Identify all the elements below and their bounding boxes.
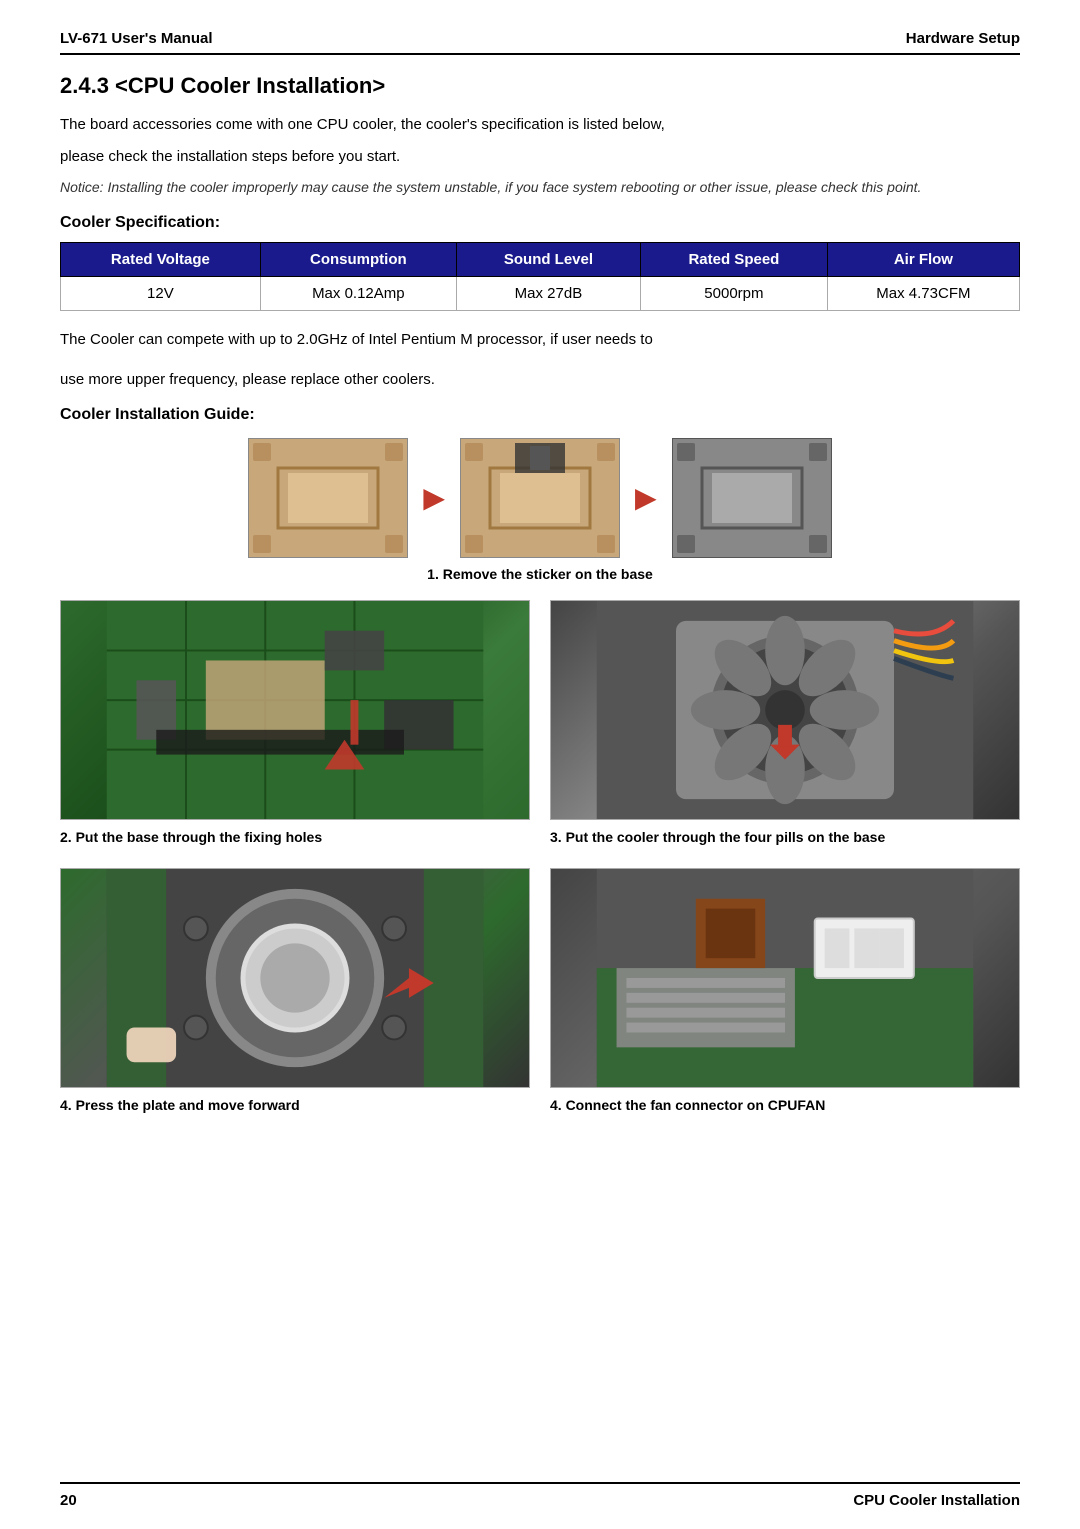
step5-photo (550, 868, 1020, 1088)
steps-grid-1: 2. Put the base through the fixing holes (60, 600, 1020, 848)
section-title: 2.4.3 <CPU Cooler Installation> (60, 73, 1020, 99)
step4-press-svg (61, 869, 529, 1087)
col-header-airflow: Air Flow (827, 243, 1019, 277)
steps-grid-2: 4. Press the plate and move forward (60, 868, 1020, 1116)
col-header-voltage: Rated Voltage (61, 243, 261, 277)
bracket-image-2 (460, 438, 620, 558)
step3-cooler-svg (551, 601, 1019, 819)
step2-pcb-svg (61, 601, 529, 819)
spec-table: Rated Voltage Consumption Sound Level Ra… (60, 242, 1020, 311)
spec-title: Cooler Specification: (60, 214, 1020, 232)
col-header-sound: Sound Level (456, 243, 640, 277)
body-text-1: The Cooler can compete with up to 2.0GHz… (60, 327, 1020, 353)
step2-photo (60, 600, 530, 820)
col-header-speed: Rated Speed (641, 243, 828, 277)
step5-connector-svg (551, 869, 1019, 1087)
step5-item: 4. Connect the fan connector on CPUFAN (550, 868, 1020, 1116)
cell-airflow: Max 4.73CFM (827, 277, 1019, 311)
cell-consumption: Max 0.12Amp (260, 277, 456, 311)
header-left: LV-671 User's Manual (60, 30, 213, 47)
intro-text-2: please check the installation steps befo… (60, 145, 1020, 169)
body-text-2: use more upper frequency, please replace… (60, 367, 1020, 393)
spec-row: 12V Max 0.12Amp Max 27dB 5000rpm Max 4.7… (61, 277, 1020, 311)
step3-item: 3. Put the cooler through the four pills… (550, 600, 1020, 848)
cell-voltage: 12V (61, 277, 261, 311)
footer-section-name: CPU Cooler Installation (853, 1492, 1020, 1509)
bracket-image-1 (248, 438, 408, 558)
step1-images: ► ► (60, 438, 1020, 558)
intro-text-1: The board accessories come with one CPU … (60, 113, 1020, 137)
step3-caption: 3. Put the cooler through the four pills… (550, 828, 885, 848)
page-header: LV-671 User's Manual Hardware Setup (60, 30, 1020, 55)
install-guide-title: Cooler Installation Guide: (60, 406, 1020, 424)
step1-caption: 1. Remove the sticker on the base (60, 566, 1020, 582)
page: LV-671 User's Manual Hardware Setup 2.4.… (0, 0, 1080, 1529)
col-header-consumption: Consumption (260, 243, 456, 277)
footer-page-number: 20 (60, 1492, 77, 1509)
step4-caption: 4. Press the plate and move forward (60, 1096, 300, 1116)
step4-item: 4. Press the plate and move forward (60, 868, 530, 1116)
step4-photo (60, 868, 530, 1088)
step5-caption: 4. Connect the fan connector on CPUFAN (550, 1096, 825, 1116)
arrow-icon-2: ► (628, 477, 664, 519)
cell-speed: 5000rpm (641, 277, 828, 311)
arrow-icon-1: ► (416, 477, 452, 519)
step3-photo (550, 600, 1020, 820)
step2-item: 2. Put the base through the fixing holes (60, 600, 530, 848)
header-right: Hardware Setup (906, 30, 1020, 47)
notice-text: Notice: Installing the cooler improperly… (60, 177, 1020, 198)
bracket-image-3 (672, 438, 832, 558)
step2-caption: 2. Put the base through the fixing holes (60, 828, 322, 848)
cell-sound: Max 27dB (456, 277, 640, 311)
page-footer: 20 CPU Cooler Installation (60, 1482, 1020, 1509)
